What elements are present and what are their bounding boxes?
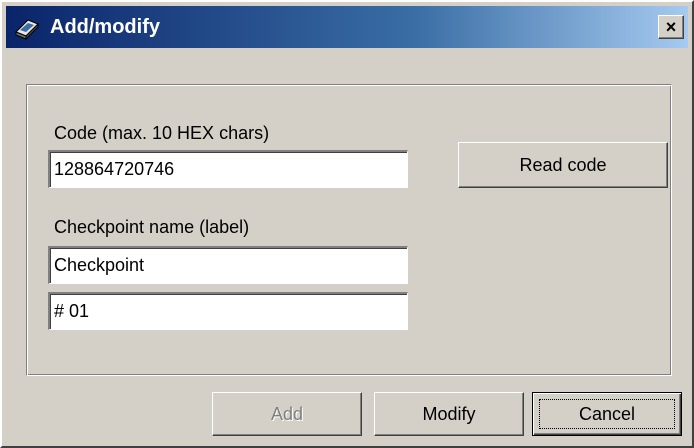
- read-code-label: Read code: [519, 154, 607, 175]
- close-icon: ×: [665, 16, 677, 37]
- dialog-window: Add/modify × Code (max. 10 HEX chars) Re…: [0, 0, 694, 448]
- modify-button-label: Modify: [422, 403, 476, 424]
- checkpoint-label-input[interactable]: [48, 292, 408, 330]
- add-button[interactable]: Add: [212, 392, 362, 436]
- checkpoint-name-label: Checkpoint name (label): [54, 217, 250, 237]
- window-title: Add/modify: [50, 16, 160, 38]
- code-input[interactable]: [48, 150, 408, 188]
- book-icon: [14, 14, 40, 41]
- add-button-label: Add: [270, 403, 304, 424]
- cancel-button[interactable]: Cancel: [532, 392, 682, 436]
- close-button[interactable]: ×: [658, 15, 684, 39]
- read-code-button[interactable]: Read code: [458, 142, 668, 188]
- title-bar[interactable]: Add/modify ×: [6, 6, 688, 48]
- focus-ring: [539, 399, 675, 429]
- modify-button[interactable]: Modify: [374, 392, 524, 436]
- checkpoint-name-input[interactable]: [48, 246, 408, 284]
- code-label: Code (max. 10 HEX chars): [54, 123, 270, 143]
